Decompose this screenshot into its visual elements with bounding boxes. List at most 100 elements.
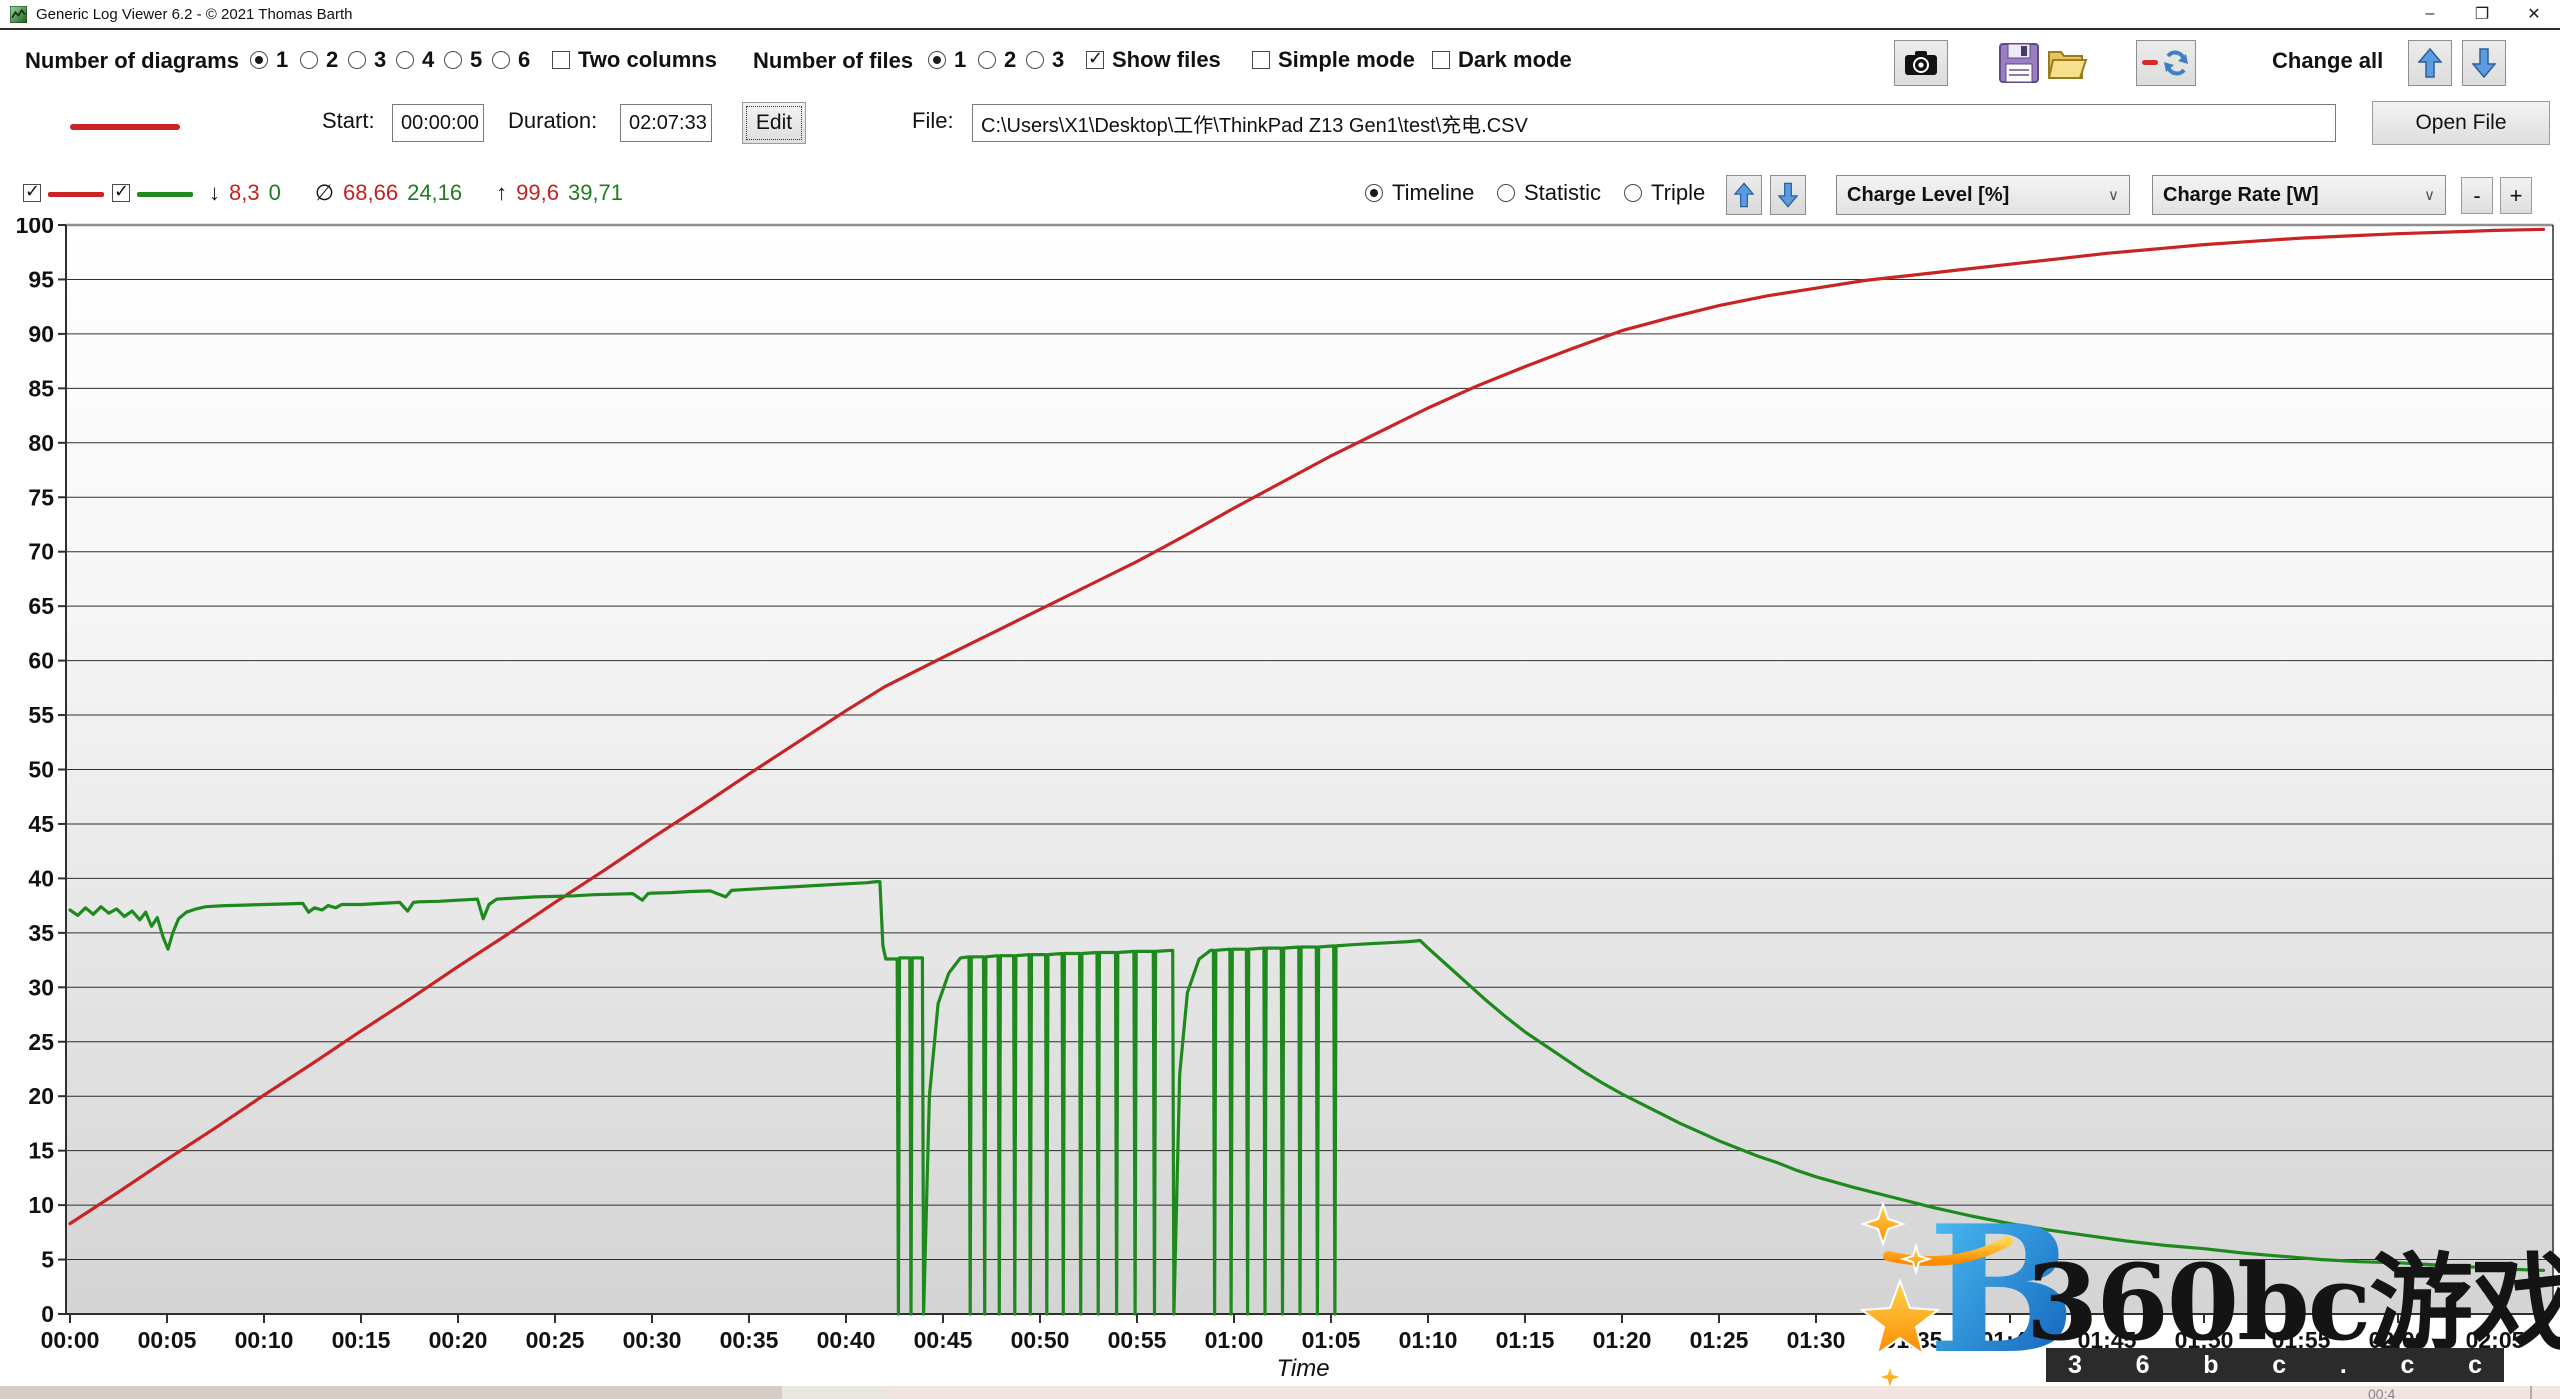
- edit-button[interactable]: Edit: [742, 102, 806, 144]
- series2-visible-checkbox[interactable]: [112, 184, 130, 202]
- chart-header: ↓ 8,3 0 ∅ 68,66 24,16 ↑ 99,6 39,71 Timel…: [0, 172, 2560, 218]
- min-red-value: 8,3: [229, 180, 260, 206]
- x-tick-label: 00:20: [429, 1327, 488, 1353]
- line-refresh-button[interactable]: [2136, 40, 2196, 86]
- max-red-value: 99,6: [516, 180, 559, 206]
- arrow-up-icon: [2418, 48, 2442, 78]
- series-statistics: ↓ 8,3 0 ∅ 68,66 24,16 ↑ 99,6 39,71: [209, 180, 623, 206]
- file-row: Start: 00:00:00 Duration: 02:07:33 Edit …: [0, 94, 2560, 156]
- title-bar: Generic Log Viewer 6.2 - © 2021 Thomas B…: [0, 0, 2560, 30]
- checkbox-icon[interactable]: [552, 51, 570, 69]
- avg-symbol-icon: ∅: [315, 180, 334, 206]
- diagrams-radio-2[interactable]: 2: [300, 47, 338, 73]
- zoom-out-button[interactable]: -: [2461, 177, 2493, 214]
- open-file-button[interactable]: Open File: [2372, 101, 2550, 145]
- min-green-value: 0: [269, 180, 281, 206]
- restore-button[interactable]: ❐: [2456, 0, 2508, 28]
- avg-red-value: 68,66: [343, 180, 398, 206]
- diagrams-radio-6[interactable]: 6: [492, 47, 530, 73]
- change-all-up-button[interactable]: [2408, 40, 2452, 86]
- radio-icon[interactable]: [300, 51, 318, 69]
- dark-mode-checkbox[interactable]: Dark mode: [1432, 47, 1572, 73]
- max-arrow-icon: ↑: [496, 180, 507, 206]
- files-label: Number of files: [753, 48, 913, 74]
- simple-mode-checkbox[interactable]: Simple mode: [1252, 47, 1415, 73]
- watermark-url-bar: 3 6 b c . c c: [2046, 1348, 2504, 1382]
- series2-select[interactable]: Charge Rate [W] ∨: [2152, 175, 2446, 215]
- start-label: Start:: [322, 108, 375, 134]
- radio-icon[interactable]: [1026, 51, 1044, 69]
- series1-visible-checkbox[interactable]: [23, 184, 41, 202]
- radio-icon[interactable]: [396, 51, 414, 69]
- y-tick-label: 55: [28, 702, 54, 728]
- strip-partial-text: 00:4: [2368, 1386, 2395, 1399]
- series1-select[interactable]: Charge Level [%] ∨: [1836, 175, 2130, 215]
- x-tick-label: 01:30: [1787, 1327, 1846, 1353]
- file-label: File:: [912, 108, 954, 134]
- radio-icon[interactable]: [928, 51, 946, 69]
- y-tick-label: 80: [28, 430, 54, 456]
- x-tick-label: 00:05: [138, 1327, 197, 1353]
- files-radio-1[interactable]: 1: [928, 47, 966, 73]
- folder-open-icon: [2046, 42, 2088, 84]
- x-tick-label: 00:00: [41, 1327, 100, 1353]
- x-tick-label: 00:40: [817, 1327, 876, 1353]
- x-tick-label: 00:45: [914, 1327, 973, 1353]
- diagram-move-up-button[interactable]: [1726, 175, 1762, 215]
- diagrams-radio-5[interactable]: 5: [444, 47, 482, 73]
- zoom-in-button[interactable]: +: [2500, 177, 2532, 214]
- open-folder-button[interactable]: [2046, 42, 2088, 89]
- y-tick-label: 50: [28, 757, 54, 783]
- radio-icon[interactable]: [978, 51, 996, 69]
- files-radio-3[interactable]: 3: [1026, 47, 1064, 73]
- x-tick-label: 01:25: [1690, 1327, 1749, 1353]
- screenshot-button[interactable]: [1894, 40, 1948, 86]
- view-radio-statistic[interactable]: Statistic: [1497, 180, 1601, 206]
- y-tick-label: 10: [28, 1192, 54, 1218]
- y-tick-label: 20: [28, 1083, 54, 1109]
- file-path-input[interactable]: C:\Users\X1\Desktop\工作\ThinkPad Z13 Gen1…: [972, 104, 2336, 142]
- minimize-button[interactable]: –: [2404, 0, 2456, 28]
- change-all-down-button[interactable]: [2462, 40, 2506, 86]
- radio-icon[interactable]: [348, 51, 366, 69]
- toolbar: Number of diagrams 1 2 3 4 5 6 Two colum…: [0, 32, 2560, 94]
- x-tick-label: 00:30: [623, 1327, 682, 1353]
- show-files-checkbox[interactable]: Show files: [1086, 47, 1221, 73]
- y-tick-label: 60: [28, 648, 54, 674]
- x-tick-label: 00:15: [332, 1327, 391, 1353]
- y-tick-label: 30: [28, 974, 54, 1000]
- diagrams-radio-3[interactable]: 3: [348, 47, 386, 73]
- close-button[interactable]: ✕: [2508, 0, 2560, 28]
- two-columns-checkbox[interactable]: Two columns: [552, 47, 717, 73]
- arrow-up-icon: [1734, 182, 1754, 208]
- start-input[interactable]: 00:00:00: [392, 104, 484, 142]
- watermark-text: 360bc游戏: [2026, 1218, 2560, 1369]
- diagram-move-down-button[interactable]: [1770, 175, 1806, 215]
- chevron-down-icon: ∨: [2424, 186, 2435, 204]
- radio-icon[interactable]: [1497, 184, 1515, 202]
- files-radio-2[interactable]: 2: [978, 47, 1016, 73]
- radio-icon[interactable]: [444, 51, 462, 69]
- y-tick-label: 95: [28, 266, 54, 292]
- file1-color-line: [70, 124, 180, 130]
- view-radio-triple[interactable]: Triple: [1624, 180, 1705, 206]
- radio-icon[interactable]: [1365, 184, 1383, 202]
- max-stat: ↑ 99,6 39,71: [496, 180, 623, 206]
- x-tick-label: 00:55: [1108, 1327, 1167, 1353]
- radio-icon[interactable]: [1624, 184, 1642, 202]
- diagrams-radio-4[interactable]: 4: [396, 47, 434, 73]
- diagrams-radio-1[interactable]: 1: [250, 47, 288, 73]
- save-button[interactable]: [1998, 42, 2040, 89]
- checkbox-icon[interactable]: [1252, 51, 1270, 69]
- checkbox-icon[interactable]: [1432, 51, 1450, 69]
- checkbox-icon[interactable]: [1086, 51, 1104, 69]
- avg-green-value: 24,16: [407, 180, 462, 206]
- radio-icon[interactable]: [492, 51, 510, 69]
- y-tick-label: 70: [28, 539, 54, 565]
- strip-divider: [2530, 1386, 2532, 1399]
- avg-stat: ∅ 68,66 24,16: [315, 180, 462, 206]
- duration-input[interactable]: 02:07:33: [620, 104, 712, 142]
- line-color-refresh-icon: [2142, 48, 2190, 78]
- radio-icon[interactable]: [250, 51, 268, 69]
- view-radio-timeline[interactable]: Timeline: [1365, 180, 1474, 206]
